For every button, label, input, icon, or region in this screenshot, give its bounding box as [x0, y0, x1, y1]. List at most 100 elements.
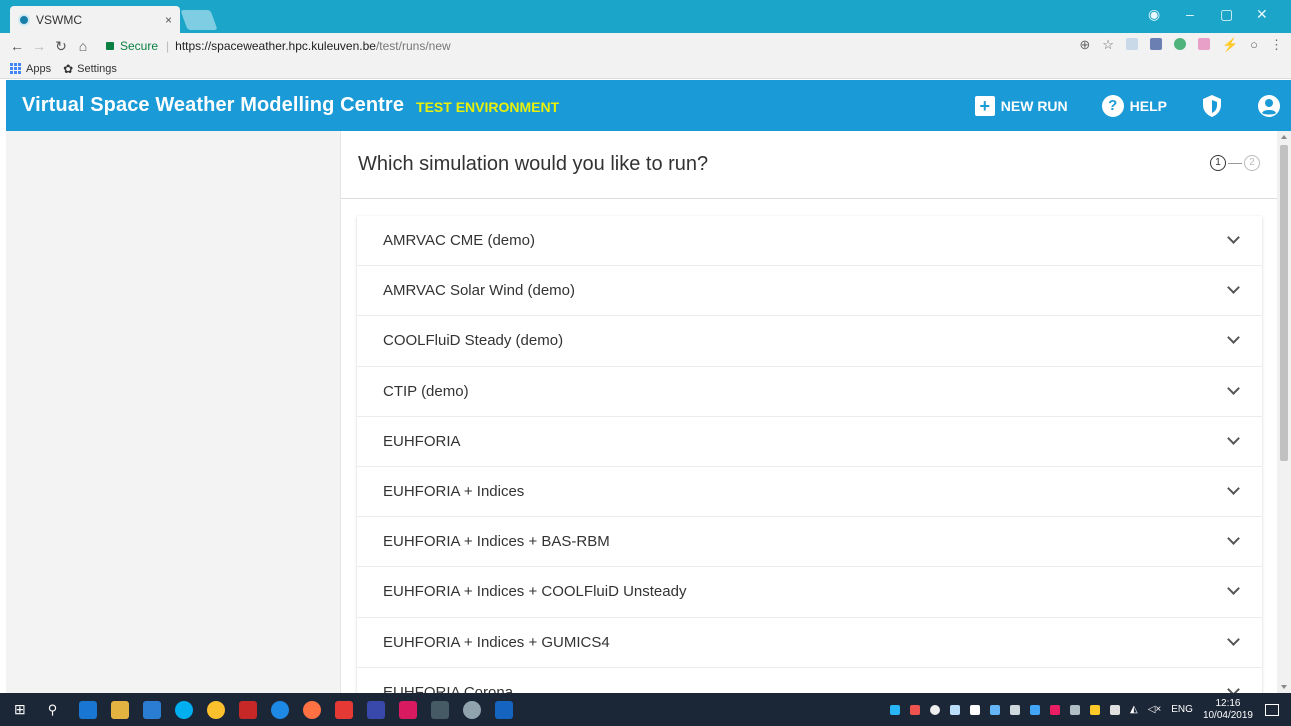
- extension-icon[interactable]: [1173, 38, 1186, 50]
- chevron-down-icon[interactable]: [1227, 482, 1240, 495]
- outlook-icon[interactable]: [79, 700, 98, 719]
- shield-icon: [1203, 94, 1221, 117]
- extension-icon[interactable]: ⚡: [1222, 37, 1238, 53]
- app-icon[interactable]: [399, 700, 418, 719]
- wizard-header: Which simulation would you like to run? …: [341, 131, 1277, 199]
- extension-icon[interactable]: ○: [1250, 37, 1258, 53]
- new-run-label: NEW RUN: [1000, 97, 1068, 114]
- tray-icon[interactable]: [950, 704, 961, 715]
- firefox-icon[interactable]: [303, 700, 322, 719]
- scroll-down-icon[interactable]: [1281, 685, 1287, 689]
- simulation-item[interactable]: EUHFORIA + Indices + COOLFluiD Unsteady: [357, 567, 1262, 618]
- tray-icon[interactable]: [1030, 704, 1041, 715]
- address-toolbar: ← → ↻ ⌂ Secure | https://spaceweather.hp…: [0, 33, 1291, 59]
- simulation-item[interactable]: AMRVAC Solar Wind (demo): [357, 266, 1262, 317]
- simulation-name: EUHFORIA + Indices + GUMICS4: [383, 633, 610, 651]
- account-button[interactable]: [1257, 94, 1281, 118]
- security-button[interactable]: [1201, 94, 1223, 118]
- minimize-icon[interactable]: –: [1186, 6, 1194, 22]
- tray-icon[interactable]: [1110, 704, 1121, 715]
- help-button[interactable]: ? HELP: [1101, 94, 1167, 117]
- chevron-down-icon[interactable]: [1227, 682, 1240, 693]
- url-bar[interactable]: Secure | https://spaceweather.hpc.kuleuv…: [100, 35, 1100, 57]
- file-explorer-icon[interactable]: [111, 700, 130, 719]
- simulation-item[interactable]: EUHFORIA + Indices + BAS-RBM: [357, 517, 1262, 568]
- tray-icon[interactable]: [1090, 704, 1101, 715]
- chevron-down-icon[interactable]: [1227, 381, 1240, 395]
- chrome-icon[interactable]: [207, 700, 226, 719]
- notifications-icon[interactable]: [1265, 703, 1279, 716]
- tray-icon[interactable]: [990, 704, 1001, 715]
- menu-icon[interactable]: ⋮: [1270, 37, 1283, 53]
- app-icon[interactable]: [431, 700, 450, 719]
- maximize-icon[interactable]: ▢: [1220, 6, 1233, 23]
- chevron-down-icon[interactable]: [1227, 231, 1240, 244]
- profile-icon[interactable]: ◉: [1148, 6, 1160, 23]
- tab-close-icon[interactable]: ×: [165, 13, 172, 27]
- simulation-item[interactable]: EUHFORIA: [357, 417, 1262, 467]
- clock[interactable]: 12:16 10/04/2019: [1203, 698, 1253, 722]
- network-icon[interactable]: ◭: [1130, 704, 1138, 715]
- bookmark-star-icon[interactable]: ☆: [1102, 37, 1114, 53]
- chevron-down-icon[interactable]: [1227, 532, 1240, 545]
- reload-icon[interactable]: ↻: [50, 38, 72, 55]
- tab-strip: VSWMC × ◉ – ▢ ✕: [0, 0, 1291, 33]
- apps-grid-icon: [10, 63, 21, 74]
- skype-icon[interactable]: [175, 700, 194, 719]
- chevron-down-icon[interactable]: [1227, 331, 1240, 345]
- toolbar-icons: ⊕ ☆ ⚡ ○ ⋮: [1079, 37, 1283, 53]
- forward-icon[interactable]: →: [28, 38, 50, 54]
- language-indicator[interactable]: ENG: [1171, 704, 1193, 715]
- zoom-icon[interactable]: ⊕: [1079, 37, 1090, 53]
- filezilla-icon[interactable]: [239, 700, 258, 719]
- bookmark-apps[interactable]: Apps: [10, 63, 51, 75]
- scroll-thumb[interactable]: [1280, 145, 1288, 461]
- simulation-item[interactable]: EUHFORIA + Indices: [357, 467, 1262, 518]
- window-close-icon[interactable]: ✕: [1256, 6, 1268, 23]
- simulation-name: AMRVAC CME (demo): [383, 232, 535, 250]
- simulation-name: EUHFORIA + Indices: [383, 483, 525, 501]
- home-icon[interactable]: ⌂: [72, 38, 94, 54]
- tray-icon[interactable]: [1070, 704, 1081, 715]
- acrobat-icon[interactable]: [335, 700, 354, 719]
- simulation-item[interactable]: CTIP (demo): [357, 367, 1262, 417]
- gear-icon: ✿: [63, 61, 74, 76]
- chevron-down-icon[interactable]: [1227, 582, 1240, 596]
- scroll-up-icon[interactable]: [1281, 135, 1287, 139]
- browser-tab[interactable]: VSWMC ×: [10, 6, 180, 33]
- tray-icon[interactable]: [930, 704, 941, 715]
- simulation-item[interactable]: EUHFORIA + Indices + GUMICS4: [357, 618, 1262, 668]
- simulation-item[interactable]: AMRVAC CME (demo): [357, 216, 1262, 267]
- tray-icon[interactable]: [1010, 704, 1021, 715]
- search-icon[interactable]: ⚲: [48, 702, 58, 718]
- tray-icon[interactable]: [890, 704, 901, 715]
- new-run-button[interactable]: + NEW RUN: [974, 95, 1068, 116]
- extension-icon[interactable]: [1149, 38, 1162, 50]
- extension-icon[interactable]: [1197, 38, 1210, 50]
- simulation-item[interactable]: EUHFORIA Corona: [357, 668, 1262, 693]
- app-title[interactable]: Virtual Space Weather Modelling Centre: [22, 94, 404, 117]
- page-scrollbar[interactable]: [1277, 131, 1291, 693]
- windows-start-icon[interactable]: ⊞: [14, 701, 26, 718]
- app-icon[interactable]: [143, 700, 162, 719]
- volume-icon[interactable]: ◁×: [1148, 704, 1162, 715]
- chevron-down-icon[interactable]: [1227, 281, 1240, 295]
- tray-icon[interactable]: [970, 704, 981, 715]
- app-icon[interactable]: [367, 700, 386, 719]
- tray-icon[interactable]: [910, 704, 921, 715]
- step-connector: [1228, 162, 1242, 164]
- chevron-down-icon[interactable]: [1227, 431, 1240, 445]
- word-icon[interactable]: [495, 700, 514, 719]
- simulation-name: EUHFORIA + Indices + BAS-RBM: [383, 533, 610, 551]
- tray-icon[interactable]: [1050, 704, 1061, 715]
- back-icon[interactable]: ←: [6, 38, 28, 54]
- simulation-item[interactable]: COOLFluiD Steady (demo): [357, 316, 1262, 367]
- chevron-down-icon[interactable]: [1227, 632, 1240, 646]
- header-actions: + NEW RUN ? HELP: [941, 80, 1281, 131]
- new-tab-button[interactable]: [180, 10, 218, 30]
- edge-icon[interactable]: [271, 700, 290, 719]
- app-icon[interactable]: [463, 700, 482, 719]
- bookmark-settings[interactable]: ✿ Settings: [63, 62, 117, 76]
- extension-icon[interactable]: [1125, 38, 1138, 50]
- windows-taskbar: ⊞ ⚲ ◭ ◁× ENG 12:16 10/04/2019: [0, 693, 1291, 726]
